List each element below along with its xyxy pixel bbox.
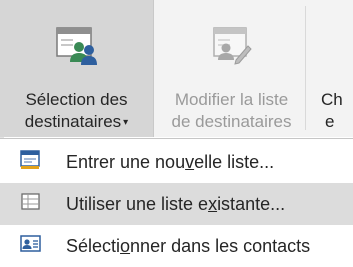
edit-recipient-list-label-line1: Modifier la liste — [174, 90, 289, 109]
contacts-card-icon — [20, 234, 42, 258]
menu-item-new-list-label: Entrer une nouvelle liste... — [66, 151, 275, 172]
next-ribbon-label-line1: Ch — [321, 90, 343, 109]
menu-item-new-list[interactable]: Entrer une nouvelle liste... — [0, 141, 353, 183]
menu-item-existing-list[interactable]: Utiliser une liste existante... — [0, 183, 353, 225]
select-recipients-button[interactable]: Sélection des destinataires ▾ — [0, 0, 154, 137]
edit-recipient-list-icon — [210, 26, 254, 72]
mail-merge-ribbon-window: Sélection des destinataires ▾ Modifier l… — [0, 0, 353, 267]
next-ribbon-label-line2: e — [325, 112, 335, 131]
menu-item-select-contacts[interactable]: Sélectionner dans les contacts — [0, 225, 353, 267]
dropdown-caret-icon[interactable]: ▾ — [123, 111, 128, 134]
existing-list-icon — [21, 192, 41, 216]
edit-recipient-list-label-line2: de destinataires — [171, 112, 292, 131]
next-ribbon-button-partial[interactable]: Ch e — [309, 0, 353, 137]
edit-recipient-list-button[interactable]: Modifier la liste de destinataires — [155, 0, 308, 137]
new-list-icon — [20, 149, 42, 175]
select-recipients-menu: Entrer une nouvelle liste... Utiliser un… — [0, 138, 353, 267]
menu-item-existing-list-label: Utiliser une liste existante... — [66, 193, 286, 214]
select-recipients-label-line1: Sélection des — [25, 90, 128, 109]
recipients-people-icon — [55, 26, 99, 72]
menu-item-select-contacts-label: Sélectionner dans les contacts — [66, 235, 311, 256]
select-recipients-label-line2: destinataires — [24, 112, 122, 131]
ribbon-group: Sélection des destinataires ▾ Modifier l… — [0, 0, 353, 137]
ribbon-separator — [305, 6, 306, 130]
